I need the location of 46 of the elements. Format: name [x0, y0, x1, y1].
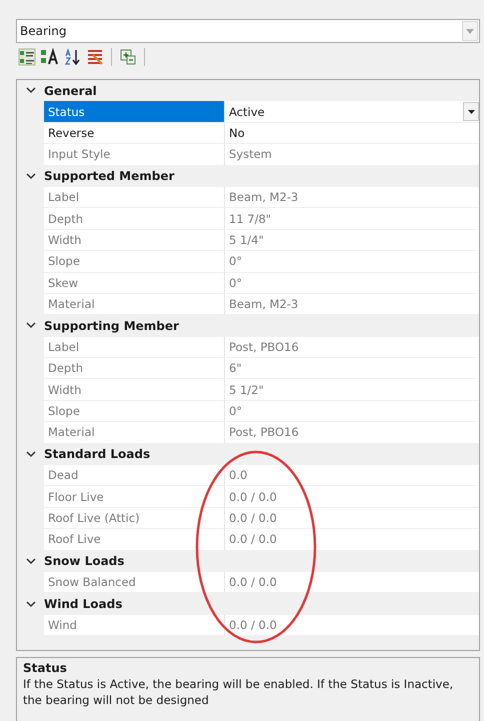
property-pages-icon[interactable]	[86, 48, 104, 66]
property-value: Post, PBO16	[229, 425, 299, 440]
category-header[interactable]: Wind Loads	[44, 597, 122, 612]
property-value: 5 1/2"	[229, 382, 264, 397]
property-value: 0.0	[229, 468, 248, 482]
chevron-down-icon[interactable]	[26, 558, 36, 565]
property-value: 5 1/4"	[229, 232, 264, 247]
description-text: If the Status is Active, the bearing will be enabled. If the Status is Inactive, the bearing will not be designed	[23, 677, 454, 708]
property-value: 0.0 / 0.0	[229, 618, 277, 632]
property-value: 0°	[229, 276, 242, 290]
categorized-icon[interactable]	[18, 48, 36, 66]
chevron-down-icon[interactable]	[26, 172, 36, 180]
property-value: System	[229, 147, 272, 162]
category-header[interactable]: Supporting Member	[44, 318, 179, 333]
object-name: Bearing	[19, 24, 66, 38]
property-value: 0.0 / 0.0	[229, 511, 277, 525]
property-label[interactable]: Status	[44, 101, 225, 123]
property-label[interactable]: Reverse	[44, 122, 225, 144]
chevron-down-icon[interactable]	[26, 600, 36, 608]
property-value: 0.0 / 0.0	[229, 532, 277, 546]
object-selector[interactable]: Bearing	[16, 19, 480, 43]
chevron-down-icon[interactable]	[26, 322, 36, 330]
property-value: Post, PBO16	[229, 340, 299, 354]
property-value: No	[229, 126, 245, 140]
property-value: Beam, M2-3	[229, 297, 298, 312]
category-header[interactable]: Supported Member	[44, 169, 174, 184]
alphabetical-sort-icon[interactable]	[64, 48, 82, 66]
category-sort-icon[interactable]	[40, 48, 60, 66]
category-header[interactable]: Snow Loads	[44, 554, 124, 568]
property-value: Active	[229, 104, 265, 119]
property-value: 0°	[229, 404, 242, 418]
dropdown-button[interactable]	[463, 102, 479, 122]
property-value: 0°	[229, 254, 242, 268]
category-header[interactable]: General	[44, 84, 97, 98]
caret-icon	[468, 110, 474, 114]
category-header[interactable]: Standard Loads	[44, 447, 150, 462]
property-value: 6"	[229, 361, 242, 376]
expand-collapse-icon[interactable]	[119, 48, 137, 66]
property-value: 0.0 / 0.0	[229, 490, 277, 504]
property-value: 11 7/8"	[229, 212, 272, 226]
chevron-down-icon[interactable]	[26, 87, 36, 94]
description-title: Status	[23, 661, 68, 676]
chevron-down-icon[interactable]	[26, 450, 36, 458]
property-value: 0.0 / 0.0	[229, 575, 277, 590]
property-value: Beam, M2-3	[229, 190, 298, 204]
caret-icon	[466, 28, 474, 34]
